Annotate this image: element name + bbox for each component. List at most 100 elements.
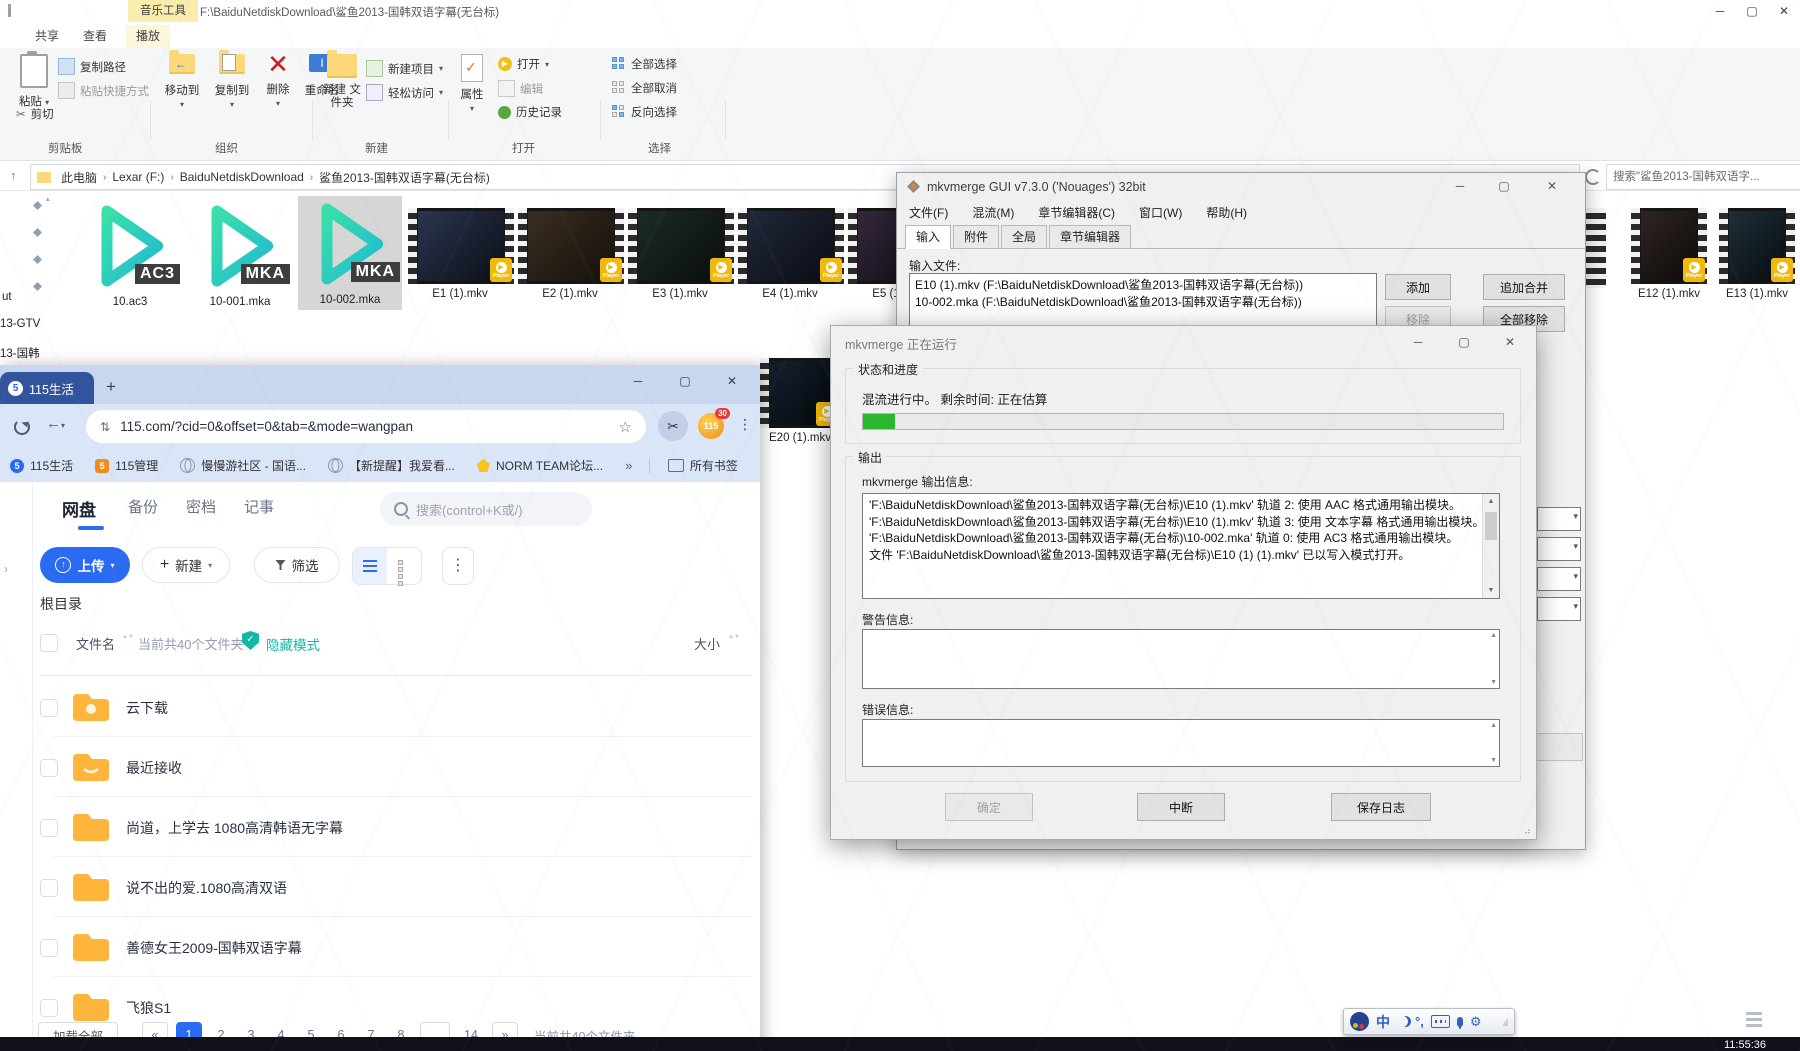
file-tile[interactable]: ▶Player E4 (1).mkv [738,198,842,300]
explorer-search-input[interactable]: 搜索"鲨鱼2013-国韩双语字... [1606,164,1800,190]
combobox-partial[interactable] [1537,597,1581,621]
pin-icon[interactable] [33,255,42,264]
file-tile[interactable]: ▶Player E13 (1).mkv [1712,198,1800,300]
file-tile[interactable]: ▶Player E12 (1).mkv [1624,198,1714,300]
hidden-mode-toggle[interactable]: 隐藏模式 [266,634,320,654]
scroll-down-icon[interactable]: ▼ [1490,679,1497,686]
bookmarks-overflow-icon[interactable]: » [625,458,632,473]
new-folder-button[interactable]: 新建 文件夹 [316,54,368,110]
row-checkbox[interactable] [40,759,58,777]
dialog-maximize-icon[interactable]: ▢ [1449,334,1479,352]
tab-global[interactable]: 全局 [1001,225,1047,248]
tray-icon[interactable] [1746,1012,1762,1030]
quick-access-toolbar-icon[interactable] [8,4,11,17]
tab-beifen[interactable]: 备份 [128,496,158,517]
refresh-icon[interactable] [1585,169,1601,185]
file-tile[interactable]: AC3 10.ac3 [78,198,182,308]
abort-button[interactable]: 中断 [1137,793,1225,821]
paste-shortcut-button[interactable]: 粘贴快捷方式 [58,82,149,99]
browser-maximize-icon[interactable]: ▢ [669,370,701,392]
ime-keyboard-icon[interactable] [1431,1015,1450,1028]
breadcrumb-item[interactable]: BaiduNetdiskDownload [176,170,308,184]
scroll-down-icon[interactable]: ▼ [1483,583,1499,598]
reload-icon[interactable] [14,419,30,435]
bookmark-item[interactable]: 慢慢游社区 - 国语... [180,457,306,474]
bookmark-item[interactable]: 5115生活 [10,457,73,474]
tab-midang[interactable]: 密档 [186,496,216,517]
pin-icon[interactable] [33,282,42,291]
close-icon[interactable]: ✕ [1768,0,1800,22]
warnings-textarea[interactable]: ▲ ▼ [862,629,1500,689]
browser-menu-icon[interactable]: ⋮ [738,416,752,433]
append-button[interactable]: 追加合并 [1483,274,1565,300]
scroll-up-icon[interactable]: ▲ [1490,632,1497,639]
browser-tab[interactable]: 5 115生活 [0,372,94,404]
file-tile[interactable]: MKA 10-001.mka [188,198,292,308]
menu-chapter-editor[interactable]: 章节编辑器(C) [1038,204,1115,221]
menu-help[interactable]: 帮助(H) [1206,204,1247,221]
hidden-mode-shield-icon[interactable]: ✓ [242,631,259,650]
bookmark-item[interactable]: NORM TEAM论坛... [477,457,603,474]
folder-row[interactable]: 善德女王2009-国韩双语字幕 [0,917,760,977]
column-name[interactable]: 文件名 [76,634,115,653]
scroll-up-icon[interactable]: ▲ [1483,494,1499,509]
page-search-input[interactable]: 搜索(control+K或/) [380,492,592,526]
ime-chinese-mode[interactable]: 中 [1376,1012,1390,1032]
combobox-partial[interactable] [1537,567,1581,591]
tab-attachments[interactable]: 附件 [953,225,999,248]
bookmark-star-icon[interactable]: ☆ [619,418,632,436]
row-checkbox[interactable] [40,819,58,837]
ime-logo-icon[interactable] [1350,1012,1369,1031]
copy-path-button[interactable]: 复制路径 [58,58,126,75]
explorer-context-tab-label[interactable]: 音乐工具 [128,0,198,22]
menu-muxing[interactable]: 混流(M) [972,204,1014,221]
all-bookmarks-button[interactable]: 所有书签 [668,457,738,474]
site-info-icon[interactable]: ⇅ [100,420,110,434]
pin-icon[interactable] [33,201,42,210]
combobox-partial[interactable] [1537,507,1581,531]
scissors-extension-icon[interactable]: ✂ [658,411,688,441]
115-extension-icon[interactable]: 115 30 [698,413,724,439]
gui-maximize-icon[interactable]: ▢ [1489,178,1519,196]
browser-close-icon[interactable]: ✕ [716,370,748,392]
nav-item[interactable]: 13-国韩 [0,345,40,361]
sort-icon[interactable]: ▲▼ [122,635,134,640]
select-all-button[interactable]: 全部选择 [612,56,677,72]
menu-window[interactable]: 窗口(W) [1139,204,1182,221]
tab-share[interactable]: 共享 [25,25,69,48]
dialog-minimize-icon[interactable]: ─ [1403,334,1433,352]
ime-settings-icon[interactable]: ⚙ [1470,1014,1482,1030]
list-view-icon[interactable] [353,548,387,584]
bookmark-item[interactable]: 【新提醒】我爱看... [328,457,455,474]
tab-wangpan[interactable]: 网盘 [62,496,96,521]
maximize-icon[interactable]: ▢ [1736,0,1768,22]
grid-view-icon[interactable] [387,548,421,584]
ime-mic-icon[interactable] [1457,1017,1463,1027]
url-bar[interactable]: ⇅ 115.com/?cid=0&offset=0&tab=&mode=wang… [86,410,646,443]
bookmark-item[interactable]: 5115管理 [95,457,158,474]
nav-item[interactable]: 13-GTV [0,318,40,330]
row-checkbox[interactable] [40,879,58,897]
column-size[interactable]: 大小 [694,634,720,653]
back-icon[interactable]: ←▾ [46,415,65,432]
folder-row[interactable]: 云下载 [0,677,760,737]
folder-row[interactable]: 说不出的爱.1080高清双语 [0,857,760,917]
scrollbar[interactable]: ▲ ▼ [1482,494,1499,598]
row-checkbox[interactable] [40,999,58,1017]
sidebar-expand-icon[interactable]: › [4,562,8,576]
copy-to-button[interactable]: 复制到▾ [206,54,258,110]
file-tile-selected[interactable]: MKA 10-002.mka [298,196,402,310]
folder-row[interactable]: 尚道，上学去 1080高清韩语无字幕 [0,797,760,857]
ime-punctuation[interactable]: °, [1415,1014,1424,1029]
select-none-button[interactable]: 全部取消 [612,80,677,96]
tab-jishi[interactable]: 记事 [244,496,274,517]
dialog-close-icon[interactable]: ✕ [1495,334,1525,352]
breadcrumb-item[interactable]: Lexar (F:) [108,170,168,184]
more-actions-icon[interactable]: ⋮ [442,547,474,585]
resize-grip[interactable]: ⠴ [1524,826,1532,837]
minimize-icon[interactable]: ─ [1704,0,1736,22]
ime-moon-icon[interactable] [1397,1016,1408,1027]
move-to-button[interactable]: ← 移动到▾ [156,54,208,110]
row-checkbox[interactable] [40,699,58,717]
nav-item[interactable]: ut [2,291,12,303]
